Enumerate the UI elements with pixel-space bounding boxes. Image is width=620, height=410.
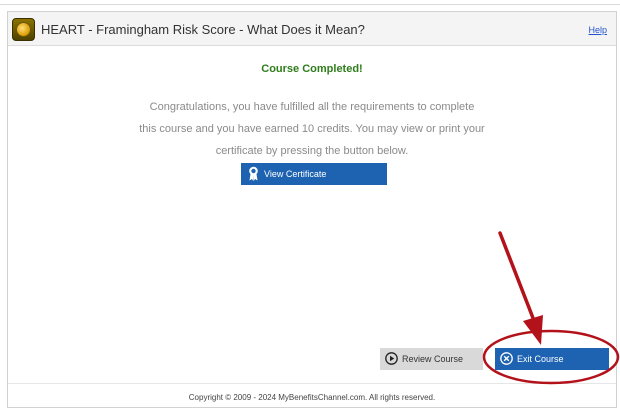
message-line-3: certificate by pressing the button below… [215,145,409,157]
help-link[interactable]: Help [588,25,607,35]
message-line-2: this course and you have earned 10 credi… [139,123,485,135]
play-circle-icon [385,352,398,365]
footer-divider [8,383,616,384]
message-line-1: Congratulations, you have fulfilled all … [149,101,475,113]
exit-course-label: Exit Course [517,354,564,364]
close-circle-icon [500,352,513,365]
course-completed-heading: Course Completed! [261,63,363,75]
app-logo-icon [12,18,35,41]
course-window: HEART - Framingham Risk Score - What Doe… [7,11,617,408]
view-certificate-label: View Certificate [264,169,327,179]
top-divider [0,4,620,5]
view-certificate-button[interactable]: View Certificate [241,163,387,185]
review-course-button[interactable]: Review Course [380,348,483,370]
title-bar: HEART - Framingham Risk Score - What Doe… [8,12,616,46]
window-title: HEART - Framingham Risk Score - What Doe… [41,22,365,37]
ribbon-award-icon [249,166,258,181]
completion-message: Congratulations, you have fulfilled all … [8,96,616,162]
exit-course-button[interactable]: Exit Course [495,348,609,370]
review-course-label: Review Course [402,354,464,364]
copyright-footer: Copyright © 2009 - 2024 MyBenefitsChanne… [188,393,436,402]
